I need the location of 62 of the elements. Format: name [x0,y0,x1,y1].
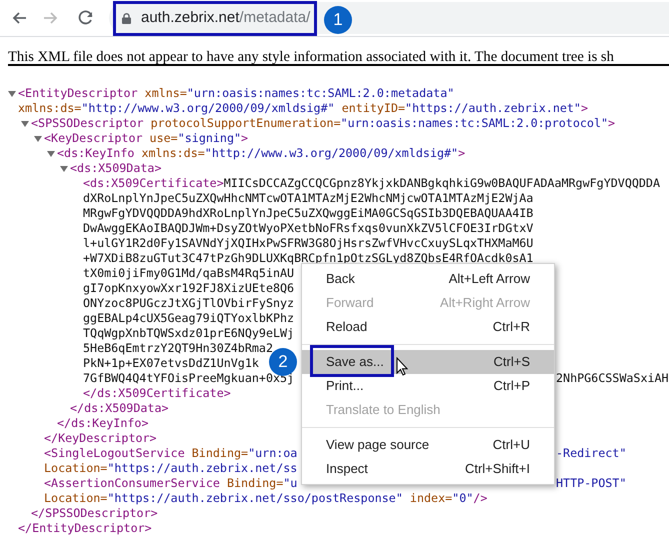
disclosure-triangle-icon[interactable] [8,90,16,98]
code-line: dXRoLnplYnJpeC5uZXQwHhcNMTcwOTA1MTAzMjE2WhcNMjcwOTA1MTAzMjE2WjAa [83,191,534,206]
code-line: ONYzoc8PUGczJtXGjTlOVbirFySnyz [83,296,294,311]
code-line: </EntityDescriptor> [18,521,152,536]
menu-item[interactable]: View page source Ctrl+U [302,433,554,457]
code-line: +W7XDiB8zuGTut3C47tPzGh9DLUXKqBRCpfn1pOtzSGLyd8ZQbsE4RfOAcdk0sA1 [83,251,534,266]
menu-item-label: Translate to English [326,401,440,420]
code-line: </ds:X509Certificate> [83,386,231,401]
code-line: ggEBALp4cUX5Geag79iQTYoxlbKPhz [83,311,294,326]
shortcut-text: Alt+Right Arrow [440,294,530,312]
disclosure-triangle-icon[interactable] [21,120,29,128]
shortcut-text: Ctrl+Shift+I [464,460,530,478]
menu-item-label: Forward [326,294,374,312]
code-line: <ds:KeyInfo xmlns:ds="http://www.w3.org/2000/09/xmldsig#"> [57,146,466,161]
url-text[interactable]: auth.zebrix.net/metadata/ [141,6,310,30]
mouse-pointer-icon [396,357,408,376]
code-line: 2NhPG6CSSWaSxiAH [556,371,669,386]
shortcut-text: Alt+Left Arrow [448,270,530,288]
code-line: gI7opKnxyowXxr192FJ8XizUEte8Q6 [83,281,294,296]
code-line: Location="https://auth.zebrix.net/ss [44,461,298,476]
menu-item-label: Reload [326,318,368,336]
code-line: xmlns:ds="http://www.w3.org/2000/09/xmldsig#" entityID="https://auth.zebrix.net"> [18,101,588,116]
shortcut-text: Ctrl+S [494,353,530,372]
code-line: PkN+1p+EX07etvsDdZ1UnVg1k [83,356,259,371]
code-line: </ds:X509Data> [70,401,169,416]
reload-icon[interactable] [77,9,95,27]
code-line: </SPSSODescriptor> [31,506,158,521]
menu-item[interactable]: Inspect Ctrl+Shift+I [302,457,554,481]
disclosure-triangle-icon[interactable] [60,164,68,172]
code-line: DwAwggEKAoIBAQDJWm+DsyZOtWyoPXetbNoFRsfxqs0vunXkZV5lCFOE3IrDGtxV [83,221,534,236]
menu-item-label: View page source [326,436,430,454]
code-line: <KeyDescriptor use="signing"> [44,131,248,146]
code-line: -Redirect" [556,446,626,461]
code-line: <SingleLogoutService Binding="urn:oa [44,446,298,461]
disclosure-triangle-icon[interactable] [47,150,55,158]
code-line: l+ulGY1R2d0Fy1SAVNdYjXQIHxPwSFRW3G8OjHsrsZwfVHvcCxuySLqxTHXMaM6U [83,236,534,251]
menu-item[interactable]: Print... Ctrl+P [302,374,554,398]
code-line: <ds:X509Certificate>MIICsDCCAZgCCQCGpnz8YkjxkDANBgkqhkiG9w0BAQUFADAaMRgwFgYDVQQDDA [83,176,660,191]
menu-item-label: Back [326,270,355,288]
notice-text: This XML file does not appear to have any style information associated with it. The document tree is sh [8,49,614,65]
menu-item[interactable]: Back Alt+Left Arrow [302,267,554,291]
code-line: <AssertionConsumerService Binding="u [44,476,298,491]
menu-item-label: Print... [326,377,364,396]
menu-item-label: Inspect [326,460,368,478]
code-line: <SPSSODescriptor protocolSupportEnumeration="urn:oasis:names:tc:SAML:2.0:protocol"> [31,116,616,131]
code-line: Location="https://auth.zebrix.net/sso/postResponse" index="0"/> [44,491,488,506]
lock-icon [122,12,131,24]
menu-item[interactable]: Save as... Ctrl+S [302,350,554,374]
code-line: <ds:X509Data> [70,161,162,176]
code-line: <EntityDescriptor xmlns="urn:oasis:names:tc:SAML:2.0:metadata" [18,86,454,101]
code-line: MRgwFgYDVQQDDA9hdXRoLnplYnJpeC5uZXQwggEiMA0GCSqGSIb3DQEBAQUAA4IB [83,206,534,221]
shortcut-text: Ctrl+P [494,377,530,396]
menu-item[interactable]: Reload Ctrl+R [302,315,554,339]
shortcut-text: Ctrl+R [492,318,530,336]
code-line: TQqWgpXnbTQWSxdz01prE6NQy9eLWj [83,326,294,341]
code-line: tX0mi0jiFmy0G1Md/qaBsM4Rq5inAU [83,266,294,281]
code-line: HTTP-POST" [556,476,626,491]
menu-item-label: Save as... [326,353,384,372]
disclosure-triangle-icon[interactable] [34,134,42,142]
code-line: </KeyDescriptor> [44,431,157,446]
shortcut-text: Ctrl+U [492,436,530,454]
code-line: </ds:KeyInfo> [57,416,148,431]
